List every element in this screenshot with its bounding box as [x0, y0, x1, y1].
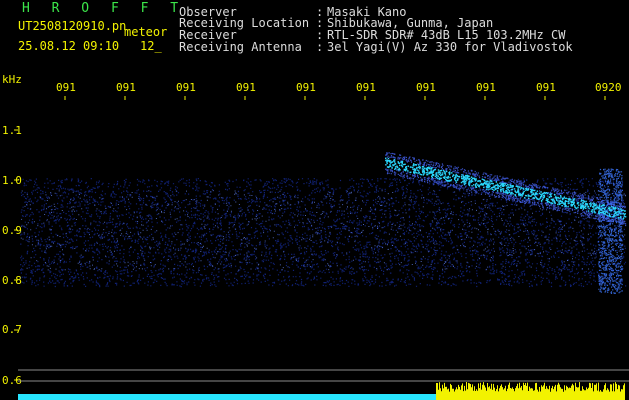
spectrogram-plot: [14, 96, 629, 400]
meteor-trail: [385, 152, 627, 227]
signal-level-strip: [18, 382, 625, 400]
noise-band: [20, 168, 627, 294]
spectrogram-window: H R O F F T UT2508120910.pn meteor 25.08…: [0, 0, 629, 400]
